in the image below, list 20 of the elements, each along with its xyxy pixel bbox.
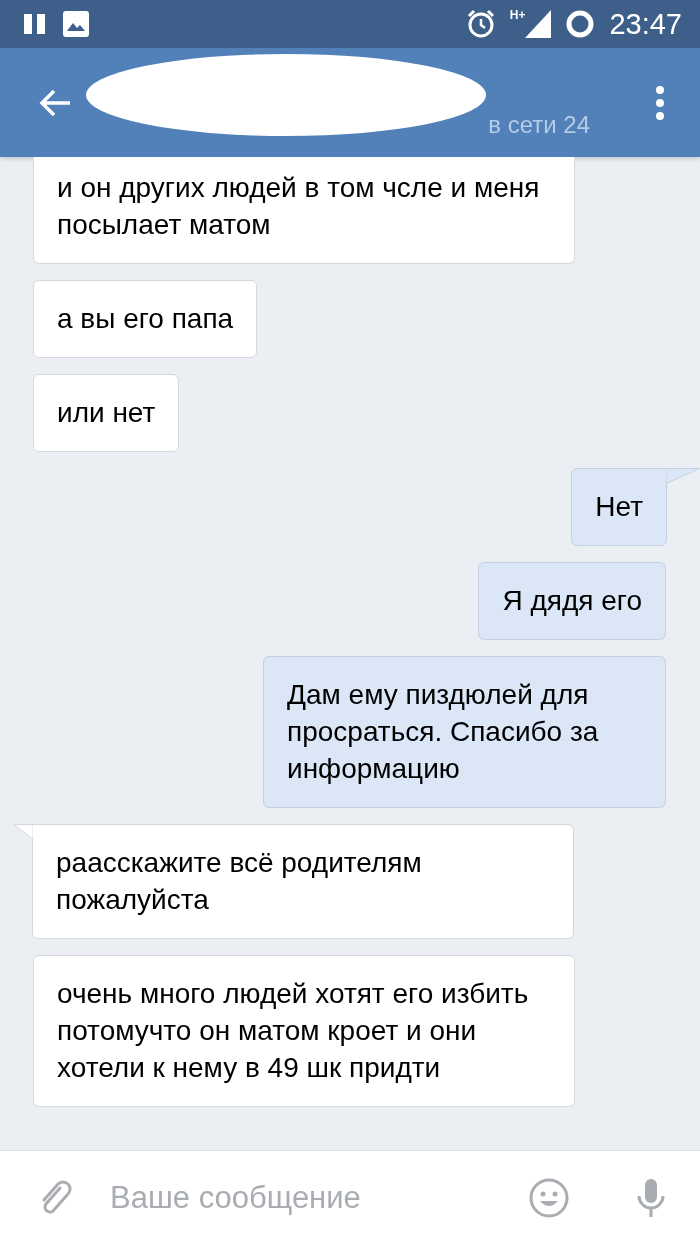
message-bubble: а вы его папа <box>33 280 258 358</box>
online-status: в сети 24 <box>488 111 590 139</box>
message-bubble: или нет <box>33 374 180 452</box>
back-arrow-icon[interactable] <box>38 87 72 118</box>
pause-icon <box>22 12 48 36</box>
message-bubble: Дам ему пиздюлей для просраться. Спасибо за информацию <box>263 656 666 808</box>
smiley-icon[interactable] <box>528 1176 570 1219</box>
network-type: H+ <box>509 8 526 22</box>
alarm-icon <box>465 9 496 39</box>
message-bubble: раасскажите всё родителям пожалуйста <box>32 824 574 939</box>
clock-time: 23:47 <box>609 7 682 41</box>
microphone-icon[interactable] <box>636 1177 666 1218</box>
image-icon <box>62 10 90 38</box>
message-bubble: Я дядя его <box>478 562 666 640</box>
message-bubble: и он других людей в том чсле и меня посылает матом <box>33 157 575 264</box>
signal-icon <box>525 10 552 38</box>
message-bubble: Нет <box>571 468 667 546</box>
battery-ring-icon <box>565 9 596 39</box>
message-bubble: очень много людей хотят его избить потомучто он матом кроет и они хотели к нему в 49 шк придти <box>33 955 575 1107</box>
more-menu-icon[interactable] <box>654 84 666 121</box>
